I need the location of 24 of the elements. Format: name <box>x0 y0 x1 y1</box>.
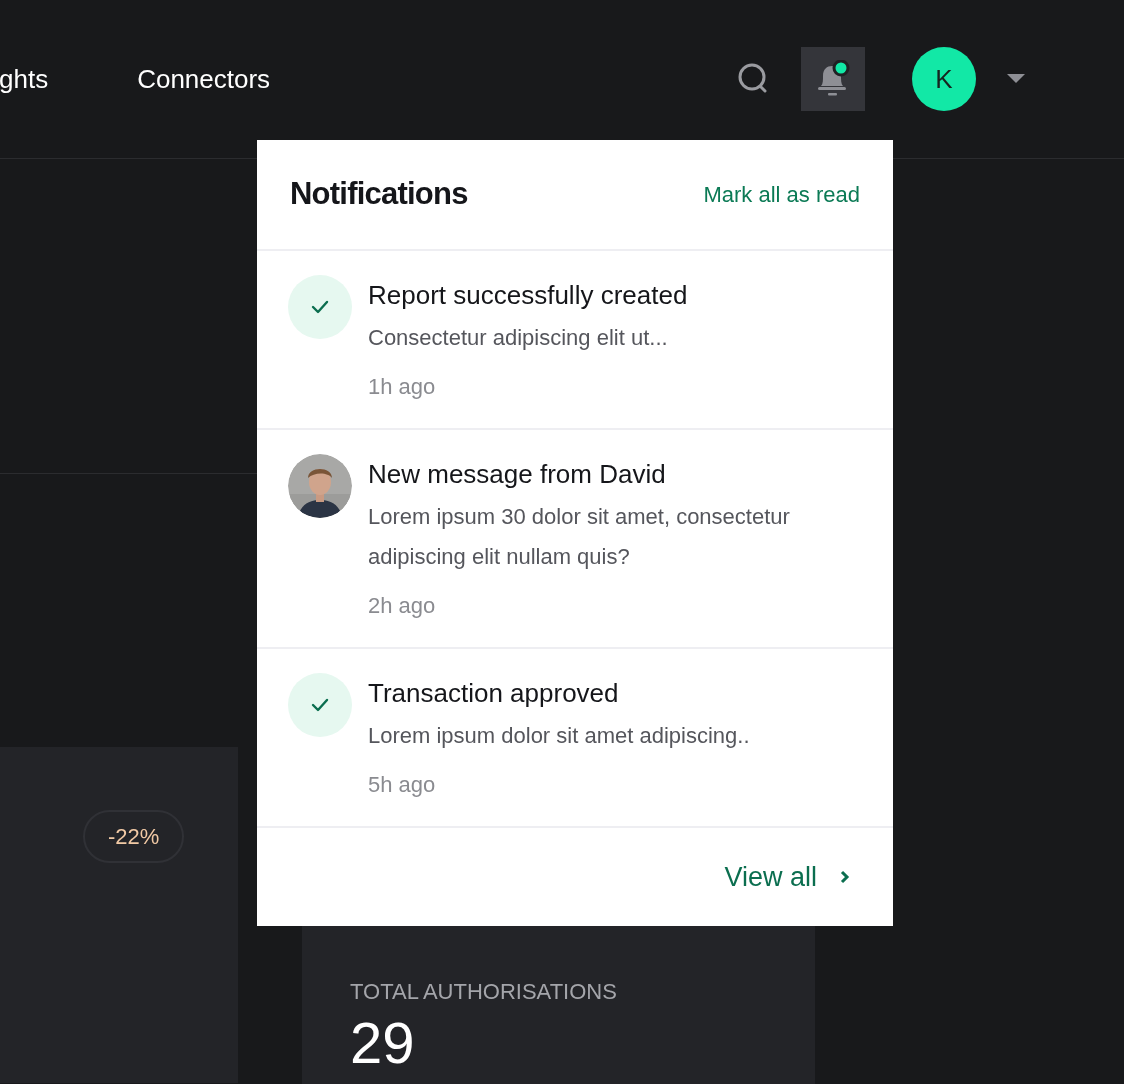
notifications-button[interactable] <box>801 47 865 111</box>
caret-icon[interactable] <box>1006 73 1026 85</box>
notification-time: 1h ago <box>368 373 437 401</box>
notification-title: Report successfully created <box>368 279 688 312</box>
panel-title: Notifications <box>290 175 468 214</box>
notification-item[interactable]: Transaction approved Lorem ipsum dolor sit amet adipiscing.. 5h ago <box>257 649 893 828</box>
notification-time: 2h ago <box>368 592 437 620</box>
notification-title: New message from David <box>368 458 667 491</box>
notification-text: Consectetur adipiscing elit ut... <box>368 324 669 352</box>
notification-text: Lorem ipsum 30 dolor sit amet, consectetur adipiscing elit nullam quis? <box>368 503 791 571</box>
notification-item[interactable]: Report successfully created Consectetur adipiscing elit ut... 1h ago <box>257 251 893 430</box>
change-badge: -22% <box>83 810 185 863</box>
view-all-link[interactable]: View all <box>724 856 851 898</box>
notification-time: 5h ago <box>368 771 437 799</box>
notification-title: Transaction approved <box>368 677 620 710</box>
stat-label: TOTAL AUTHORISATIONS <box>350 978 618 1006</box>
notification-item[interactable]: New message from David Lorem ipsum 30 dolor sit amet, consectetur adipiscing elit nullam quis? 2h ago <box>257 430 893 649</box>
user-avatar[interactable]: K <box>912 47 976 111</box>
chevron-right-icon <box>839 869 851 885</box>
mark-all-read-link[interactable]: Mark all as read <box>703 178 860 211</box>
notification-text: Lorem ipsum dolor sit amet adipiscing.. <box>368 722 750 750</box>
stat-value: 29 <box>350 1014 416 1072</box>
nav-link[interactable]: ghts <box>0 59 49 99</box>
nav-link[interactable]: Connectors <box>137 59 271 99</box>
